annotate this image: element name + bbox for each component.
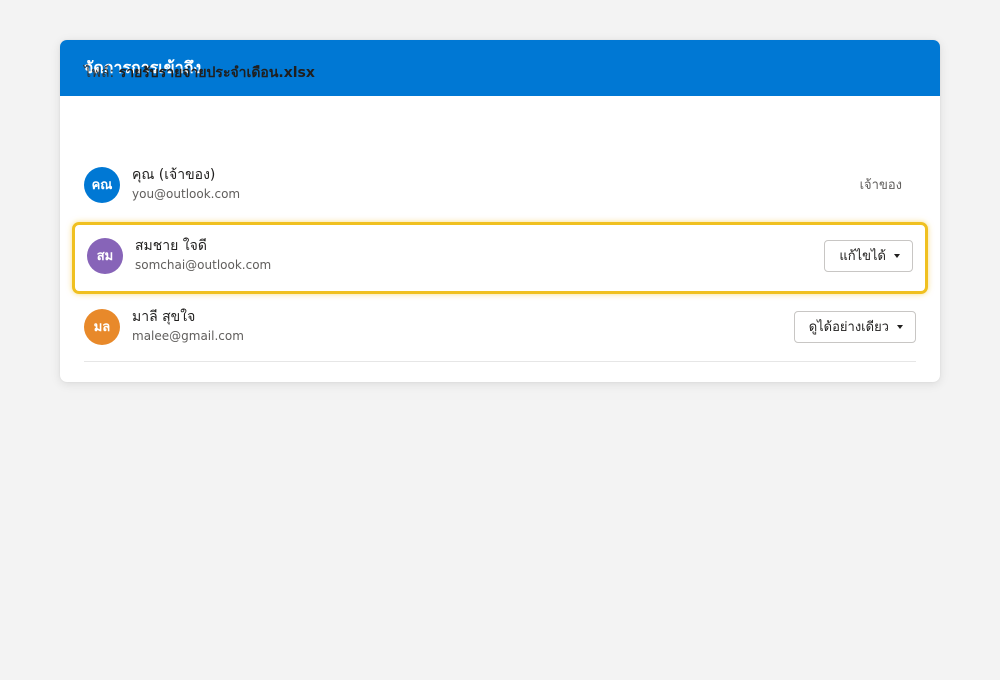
- role-label-owner: เจ้าของ: [859, 178, 902, 193]
- role-dropdown-label: ดูได้อย่างเดียว: [808, 320, 889, 335]
- user-info: คุณ (เจ้าของ) you@outlook.com: [132, 166, 240, 203]
- avatar: มล: [84, 308, 120, 345]
- role-dropdown-label: แก้ไขได้: [839, 249, 886, 264]
- user-email: you@outlook.com: [132, 187, 241, 201]
- caret-down-icon: [894, 253, 900, 258]
- avatar-initials: มล: [93, 320, 111, 335]
- user-row-somchai: สม สมชาย ใจดี somchai@outlook.com แก้ไขไ…: [87, 237, 913, 274]
- user-name: มาลี สุขใจ: [132, 309, 196, 325]
- user-email: malee@gmail.com: [132, 329, 244, 343]
- manage-access-dialog: จัดการการเข้าถึง ไฟล์: รายรับรายจ่ายประจ…: [60, 40, 940, 382]
- role-dropdown-malee[interactable]: ดูได้อย่างเดียว: [793, 310, 916, 343]
- user-info: สมชาย ใจดี somchai@outlook.com: [135, 237, 271, 274]
- avatar: สม: [87, 237, 123, 274]
- user-row-owner: คณ คุณ (เจ้าของ) you@outlook.com เจ้าของ: [84, 166, 916, 203]
- role-dropdown-somchai[interactable]: แก้ไขได้: [824, 239, 913, 272]
- avatar-initials: สม: [96, 249, 114, 264]
- avatar-initials: คณ: [91, 178, 113, 193]
- file-name: รายรับรายจ่ายประจำเดือน.xlsx: [118, 65, 315, 81]
- divider: [84, 361, 916, 362]
- user-name: คุณ (เจ้าของ): [132, 167, 216, 183]
- user-email: somchai@outlook.com: [135, 258, 272, 272]
- user-info: มาลี สุขใจ malee@gmail.com: [132, 308, 244, 345]
- caret-down-icon: [897, 324, 903, 329]
- user-name: สมชาย ใจดี: [135, 238, 207, 254]
- avatar: คณ: [84, 166, 120, 203]
- user-row-malee: มล มาลี สุขใจ malee@gmail.com ดูได้อย่าง…: [84, 308, 916, 345]
- file-info: ไฟล์: รายรับรายจ่ายประจำเดือน.xlsx: [84, 62, 315, 84]
- file-label: ไฟล์:: [84, 65, 115, 81]
